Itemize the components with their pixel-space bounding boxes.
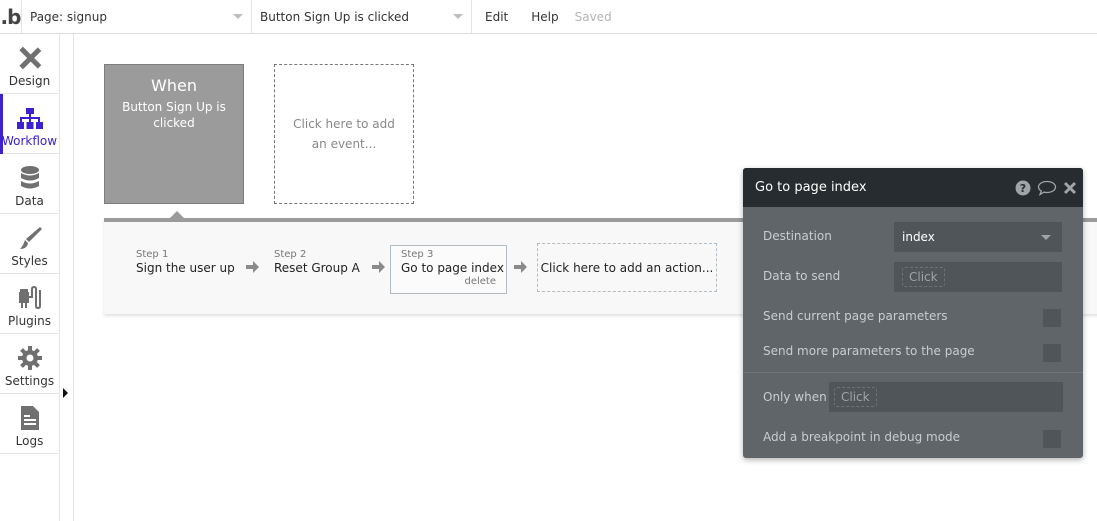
gear-icon [17, 346, 42, 370]
menu-help[interactable]: Help [520, 10, 570, 24]
only-when-label: Only when [763, 390, 827, 404]
top-bar: .b Page: signup Button Sign Up is clicke… [0, 0, 1097, 34]
chevron-down-icon [1041, 234, 1051, 240]
breakpoint-checkbox[interactable] [1043, 430, 1061, 448]
step-card[interactable]: Step 1 Sign the user up [136, 249, 235, 275]
divider [743, 372, 1083, 373]
bubble-logo[interactable]: .b [0, 0, 22, 33]
add-event-button[interactable]: Click here to add an event... [274, 64, 414, 204]
sidebar-label: Data [15, 194, 44, 208]
property-editor: Go to page index ? Destination index Dat… [743, 168, 1083, 458]
send-current-params-checkbox[interactable] [1043, 309, 1061, 327]
arrow-right-icon [246, 261, 259, 273]
step-name: Go to page index [401, 261, 504, 275]
event-description: Button Sign Up is clicked [122, 100, 226, 130]
sidebar-label: Workflow [1, 134, 58, 148]
breakpoint-label: Add a breakpoint in debug mode [763, 430, 961, 444]
delete-step-link[interactable]: delete [401, 276, 496, 287]
sidebar-item-settings[interactable]: Settings [0, 334, 59, 394]
sidebar-item-workflow[interactable]: Workflow [0, 94, 59, 154]
data-to-send-field[interactable]: Click [894, 262, 1062, 292]
event-card[interactable]: When Button Sign Up is clicked [104, 64, 244, 204]
event-selector-value: Button Sign Up is clicked [260, 9, 409, 24]
chevron-down-icon [233, 14, 243, 19]
chevron-down-icon [453, 14, 463, 19]
send-current-params-label: Send current page parameters [763, 309, 948, 323]
sidebar-item-design[interactable]: Design [0, 34, 59, 94]
database-icon [20, 166, 39, 189]
only-when-field[interactable]: Click [829, 382, 1063, 412]
only-when-placeholder[interactable]: Click [834, 387, 877, 407]
step-name: Sign the user up [136, 261, 235, 275]
comment-icon[interactable] [1037, 180, 1057, 196]
event-pointer [170, 211, 184, 218]
add-action-button[interactable]: Click here to add an action... [537, 243, 717, 292]
step-number: Step 2 [274, 249, 307, 260]
data-to-send-placeholder[interactable]: Click [902, 267, 945, 287]
property-editor-title: Go to page index [755, 180, 867, 195]
step-card[interactable]: Step 2 Reset Group A [274, 249, 360, 275]
step-name: Reset Group A [274, 261, 360, 275]
menu-edit[interactable]: Edit [472, 10, 520, 24]
step-number: Step 3 [401, 249, 434, 260]
plug-icon [18, 286, 41, 310]
sidebar-label: Plugins [8, 314, 51, 328]
page-selector[interactable]: Page: signup [22, 0, 252, 33]
document-icon [20, 406, 39, 430]
help-icon[interactable]: ? [1015, 180, 1031, 196]
close-icon[interactable] [1063, 181, 1077, 195]
destination-label: Destination [763, 229, 832, 243]
expand-arrow-icon[interactable] [63, 388, 68, 398]
send-more-params-label: Send more parameters to the page [763, 344, 975, 358]
step-card-selected[interactable]: Step 3 Go to page index delete [390, 245, 507, 294]
destination-dropdown[interactable]: index [894, 222, 1062, 252]
sidebar-label: Logs [15, 434, 44, 448]
workflow-icon [16, 108, 43, 129]
panel-gutter [60, 34, 74, 521]
brush-icon [19, 227, 42, 249]
send-more-params-checkbox[interactable] [1043, 344, 1061, 362]
svg-text:?: ? [1020, 182, 1026, 195]
event-selector[interactable]: Button Sign Up is clicked [252, 0, 472, 33]
save-status: Saved [574, 9, 612, 24]
sidebar-label: Settings [4, 374, 55, 388]
sidebar-item-data[interactable]: Data [0, 154, 59, 214]
sidebar: Design Workflow Data Styles Plugins Sett… [0, 34, 60, 521]
sidebar-item-plugins[interactable]: Plugins [0, 274, 59, 334]
arrow-right-icon [514, 261, 527, 273]
property-editor-header[interactable]: Go to page index ? [743, 168, 1083, 207]
sidebar-label: Design [8, 74, 51, 88]
page-selector-value: Page: signup [30, 9, 107, 24]
design-icon [18, 46, 41, 70]
destination-value: index [902, 230, 935, 244]
event-title: When [151, 76, 197, 95]
sidebar-item-logs[interactable]: Logs [0, 394, 59, 454]
sidebar-label: Styles [11, 254, 48, 268]
data-to-send-label: Data to send [763, 269, 841, 283]
step-number: Step 1 [136, 249, 169, 260]
arrow-right-icon [372, 261, 385, 273]
sidebar-item-styles[interactable]: Styles [0, 214, 59, 274]
